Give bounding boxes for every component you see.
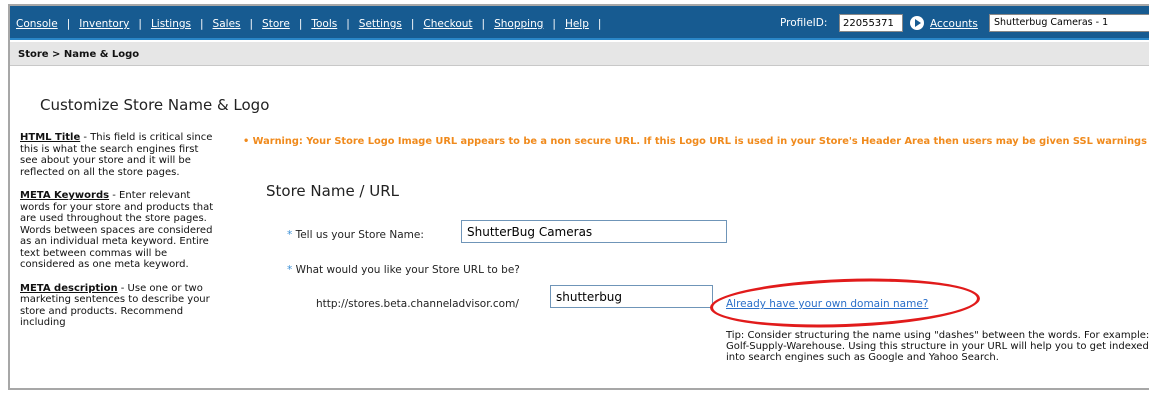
page-title: Customize Store Name & Logo bbox=[40, 96, 270, 114]
nav-links: Console | Inventory | Listings | Sales | Store | T… bbox=[16, 18, 602, 30]
nav-item-inventory[interactable]: Inventory bbox=[79, 18, 129, 30]
url-tip-text: Tip: Consider structuring the name using… bbox=[726, 330, 1149, 363]
breadcrumb: Store > Name & Logo bbox=[18, 49, 140, 60]
app-frame: Console | Inventory | Listings | Sales | Store | T… bbox=[0, 0, 1149, 396]
section-title: Store Name / URL bbox=[266, 182, 400, 200]
page-container: Console | Inventory | Listings | Sales | Store | T… bbox=[8, 4, 1149, 390]
help-term-meta-description: META description bbox=[20, 282, 118, 294]
store-url-prefix: http://stores.beta.channeladvisor.com/ bbox=[316, 298, 519, 310]
store-name-input[interactable] bbox=[461, 220, 727, 243]
nav-item-shopping[interactable]: Shopping bbox=[494, 18, 543, 30]
help-meta-description: META description - Use one or two market… bbox=[20, 283, 216, 329]
nav-item-checkout[interactable]: Checkout bbox=[423, 18, 472, 30]
nav-item-tools[interactable]: Tools bbox=[311, 18, 337, 30]
breadcrumb-bar: Store > Name & Logo bbox=[10, 42, 1149, 66]
nav-item-help[interactable]: Help bbox=[565, 18, 589, 30]
profile-id-label: ProfileID: bbox=[780, 17, 828, 29]
store-name-label: * Tell us your Store Name: bbox=[287, 229, 424, 241]
nav-item-sales[interactable]: Sales bbox=[213, 18, 241, 30]
profile-id-input[interactable] bbox=[839, 14, 903, 32]
store-url-label: * What would you like your Store URL to … bbox=[287, 264, 520, 276]
help-term-html-title: HTML Title bbox=[20, 132, 81, 143]
nav-item-store[interactable]: Store bbox=[262, 18, 290, 30]
account-select[interactable]: Shutterbug Cameras - 1 bbox=[989, 14, 1149, 32]
store-url-input[interactable] bbox=[550, 285, 713, 308]
nav-item-console[interactable]: Console bbox=[16, 18, 58, 30]
help-meta-keywords: META Keywords - Enter relevant words for… bbox=[20, 190, 216, 271]
help-text-meta-keywords: - Enter relevant words for your store an… bbox=[20, 190, 214, 270]
ssl-warning-message: • Warning: Your Store Logo Image URL app… bbox=[243, 136, 1147, 147]
own-domain-link[interactable]: Already have your own domain name? bbox=[726, 298, 928, 310]
help-column: HTML Title - This field is critical sinc… bbox=[20, 132, 216, 341]
help-term-meta-keywords: META Keywords bbox=[20, 190, 110, 201]
top-nav-bar: Console | Inventory | Listings | Sales | Store | T… bbox=[10, 6, 1149, 40]
nav-item-listings[interactable]: Listings bbox=[151, 18, 191, 30]
help-html-title: HTML Title - This field is critical sinc… bbox=[20, 132, 216, 178]
nav-item-settings[interactable]: Settings bbox=[359, 18, 402, 30]
store-url-label-text: What would you like your Store URL to be… bbox=[292, 264, 520, 276]
accounts-go-icon[interactable] bbox=[910, 16, 924, 30]
accounts-link[interactable]: Accounts bbox=[930, 18, 978, 30]
store-name-label-text: Tell us your Store Name: bbox=[292, 229, 424, 241]
